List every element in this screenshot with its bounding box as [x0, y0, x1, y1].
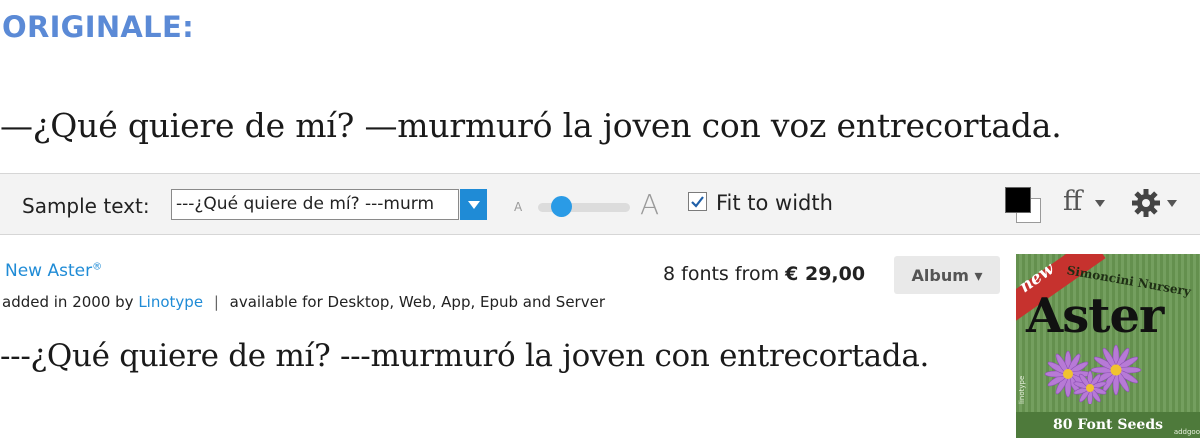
font-meta: added in 2000 by Linotype | available fo…: [2, 293, 605, 311]
sample-text-input[interactable]: ---¿Qué quiere de mí? ---murm: [171, 189, 459, 220]
checkmark-icon: [691, 195, 704, 208]
sample-text-label: Sample text:: [22, 194, 150, 218]
album-button[interactable]: Album ▾: [894, 256, 1000, 294]
price-prefix: 8 fonts from: [663, 263, 780, 285]
meta-separator: |: [213, 293, 219, 311]
gear-icon[interactable]: [1131, 188, 1161, 218]
price-value: € 29,00: [785, 263, 866, 285]
cover-side-right-text: addgoo: [1173, 428, 1200, 436]
album-cover-image[interactable]: new Simoncini Nursery Aster 80 Font Seed…: [1016, 254, 1200, 438]
size-slider-thumb[interactable]: [550, 196, 572, 217]
original-label: ORIGINALE:: [2, 10, 194, 44]
cover-seeds-text: 80 Font Seeds: [1053, 417, 1163, 433]
availability-text: available for Desktop, Web, App, Epub an…: [229, 293, 605, 311]
added-prefix: added in 2000 by: [2, 293, 134, 311]
sample-text-dropdown-button[interactable]: [460, 189, 487, 220]
color-picker[interactable]: [1005, 187, 1041, 223]
chevron-down-icon: [467, 200, 480, 209]
font-name-text[interactable]: New Aster: [5, 261, 92, 281]
fit-to-width-label[interactable]: Fit to width: [716, 191, 833, 215]
foundry-link[interactable]: Linotype: [138, 293, 203, 311]
size-big-icon: A: [640, 188, 660, 221]
text-color-swatch[interactable]: [1005, 187, 1031, 213]
font-preview-text[interactable]: ---¿Qué quiere de mí? ---murmuró la jove…: [0, 338, 929, 374]
price-info: 8 fonts from € 29,00: [663, 263, 865, 285]
aster-flowers-illustration: [1044, 344, 1142, 404]
font-features-menu[interactable]: ff: [1063, 186, 1082, 217]
toolbar: Sample text: ---¿Qué quiere de mí? ---mu…: [0, 173, 1200, 235]
gear-caret-icon[interactable]: [1167, 200, 1177, 207]
font-name-link[interactable]: New Aster®: [5, 261, 102, 281]
registered-mark: ®: [92, 261, 103, 273]
ff-caret-icon[interactable]: [1095, 200, 1105, 207]
fit-to-width-checkbox[interactable]: [688, 192, 707, 211]
cover-side-left-text: linotype: [1018, 375, 1026, 404]
original-text: —¿Qué quiere de mí? —murmuró la joven co…: [0, 106, 1062, 145]
cover-title: Aster: [1026, 288, 1164, 344]
size-small-icon: A: [514, 200, 523, 214]
